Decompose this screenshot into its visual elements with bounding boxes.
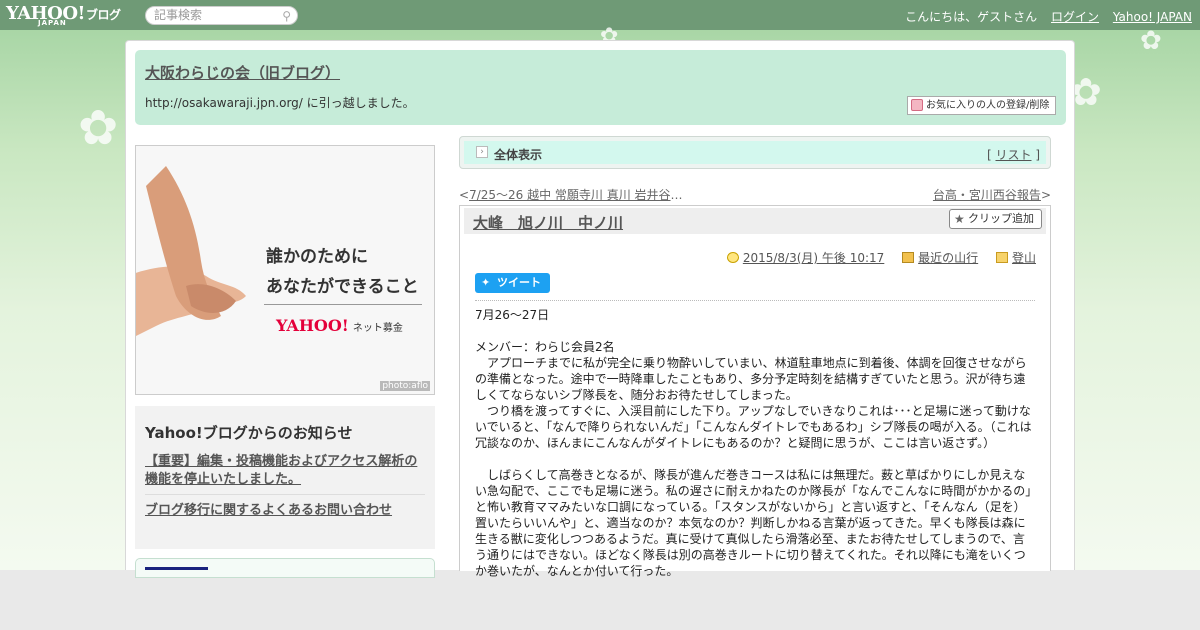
notice-link-important[interactable]: 【重要】編集・投稿機能およびアクセス解析の機能を停止いたしました。	[145, 453, 425, 495]
category-link-climbing[interactable]: 登山	[1012, 251, 1036, 265]
body-paragraph: アプローチまでに私が完全に乗り物酔いしていまい、林道駐車地点に到着後、体調を回復…	[475, 356, 1027, 402]
banner-copy-line2: あなたができること	[266, 277, 419, 297]
search-icon[interactable]: ⚲	[282, 9, 291, 24]
charity-banner[interactable]: 誰かのために あなたができること YAHOO! ネット募金 photo:aflo	[135, 145, 435, 395]
clip-add-button[interactable]: ★ クリップ追加	[949, 209, 1042, 229]
favorite-register-button[interactable]: お気に入りの人の登録/削除	[907, 96, 1056, 115]
search-input[interactable]: 記事検索 ⚲	[145, 6, 298, 25]
body-paragraph: つり橋を渡ってすぐに、入渓目前にした下り。アップなしでいきなりこれは･･･と足場…	[475, 404, 1032, 450]
list-link-wrap: [ リスト ]	[986, 148, 1040, 162]
meta-divider	[475, 300, 1035, 301]
all-display-label: 全体表示	[494, 148, 543, 162]
body-paragraph	[475, 451, 1035, 467]
category-link-recent[interactable]: 最近の山行	[918, 251, 978, 265]
next-article-link[interactable]: 台高・宮川西谷報告	[933, 188, 1041, 202]
ginkgo-leaf-icon: ✿	[1140, 26, 1162, 56]
banner-copy-line1: 誰かのために	[266, 247, 368, 267]
ginkgo-leaf-icon: ✿	[78, 100, 119, 156]
blog-container: 大阪わらじの会（旧ブログ） http://osakawaraji.jpn.org…	[125, 40, 1075, 578]
folder-icon	[995, 252, 1008, 263]
star-icon: ★	[954, 212, 965, 226]
yahoo-donation-logo: YAHOO! ネット募金	[276, 316, 403, 335]
blog-title[interactable]: 大阪わらじの会（旧ブログ）	[145, 62, 340, 83]
notice-box: Yahoo!ブログからのお知らせ 【重要】編集・投稿機能およびアクセス解析の機能…	[135, 406, 435, 549]
prev-article: <7/25～26 越中 常願寺川 真川 岩井谷…	[459, 188, 683, 202]
tweet-label: ツイート	[497, 276, 541, 289]
article: 大峰 旭ノ川 中ノ川 ★ クリップ追加 2015/8/3(月) 午後 10:17…	[459, 205, 1051, 578]
all-display-bar: › 全体表示 [ リスト ]	[459, 136, 1051, 169]
next-article: 台高・宮川西谷報告>	[932, 188, 1051, 202]
photo-credit: photo:aflo	[380, 381, 430, 391]
body-paragraph: しばらくして高巻きとなるが、隊長が進んだ巻きコースは私には無理だ。薮と草ばかりに…	[475, 468, 1032, 578]
notice-link-faq[interactable]: ブログ移行に関するよくあるお問い合わせ	[145, 502, 425, 525]
clock-icon	[726, 252, 739, 263]
yahoo-blog-logo[interactable]: YAHOO!ブログ JAPAN	[6, 3, 121, 27]
book-icon	[902, 252, 915, 263]
list-link[interactable]: リスト	[995, 148, 1031, 162]
heart-icon	[911, 99, 923, 111]
article-title[interactable]: 大峰 旭ノ川 中ノ川	[473, 212, 623, 233]
tweet-button[interactable]: ✦ ツイート	[475, 273, 550, 293]
profile-accent-bar	[145, 567, 208, 570]
search-placeholder: 記事検索	[154, 8, 203, 22]
prev-ellipsis: …	[670, 188, 683, 202]
article-meta: 2015/8/3(月) 午後 10:17 最近の山行 登山	[713, 249, 1036, 266]
body-paragraph: 7月26～27日	[475, 308, 550, 322]
donation-logo-text: YAHOO!	[276, 316, 349, 335]
article-header: 大峰 旭ノ川 中ノ川 ★ クリップ追加	[464, 208, 1046, 234]
article-date-link[interactable]: 2015/8/3(月) 午後 10:17	[743, 251, 884, 265]
page-bottom-area	[0, 570, 1200, 630]
top-nav: こんにちは、ゲストさん ログイン Yahoo! JAPAN	[895, 8, 1192, 25]
donation-logo-suffix: ネット募金	[352, 323, 403, 334]
blog-header: 大阪わらじの会（旧ブログ） http://osakawaraji.jpn.org…	[135, 50, 1066, 125]
article-body: 7月26～27日 メンバー：わらじ会員2名 アプローチまでに私が完全に乗り物酔い…	[475, 307, 1035, 579]
logo-japan-text: JAPAN	[38, 19, 67, 27]
logo-blog-text: ブログ	[85, 8, 121, 22]
notice-title: Yahoo!ブログからのお知らせ	[145, 424, 353, 442]
profile-box	[135, 558, 435, 578]
body-paragraph	[475, 323, 1035, 339]
twitter-bird-icon: ✦	[481, 276, 491, 289]
yahoo-japan-link[interactable]: Yahoo! JAPAN	[1113, 10, 1192, 24]
greeting-text: こんにちは、ゲストさん	[905, 10, 1038, 24]
chevron-right-icon: ›	[476, 146, 488, 158]
clip-button-label: クリップ追加	[968, 212, 1034, 225]
favorite-button-label: お気に入りの人の登録/削除	[926, 100, 1050, 111]
prev-article-link[interactable]: 7/25～26 越中 常願寺川 真川 岩井谷	[469, 188, 670, 202]
blog-description: http://osakawaraji.jpn.org/ に引っ越しました。	[145, 96, 415, 110]
login-link[interactable]: ログイン	[1051, 10, 1099, 24]
hands-image	[136, 166, 246, 336]
banner-divider	[264, 304, 422, 305]
body-paragraph: メンバー：わらじ会員2名	[475, 340, 615, 354]
all-display-inner: › 全体表示 [ リスト ]	[464, 141, 1046, 164]
